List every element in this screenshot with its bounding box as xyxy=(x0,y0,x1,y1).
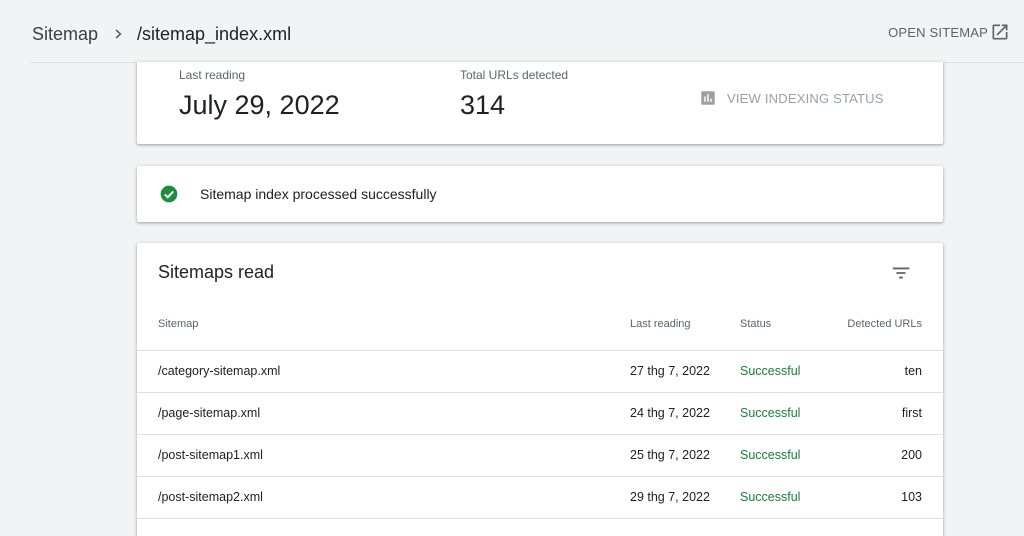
last-reading-label: Last reading xyxy=(179,68,246,82)
bar-chart-icon xyxy=(701,91,715,105)
filter-icon[interactable] xyxy=(890,262,912,284)
summary-card: Last reading July 29, 2022 Total URLs de… xyxy=(137,62,943,144)
detected-urls: 103 xyxy=(901,490,922,504)
last-reading-value: July 29, 2022 xyxy=(179,90,340,120)
status-message: Sitemap index processed successfully xyxy=(200,186,437,202)
table-row-divider xyxy=(137,518,943,536)
status-value: Successful xyxy=(740,364,801,378)
sitemaps-table-card: Sitemaps read Sitemap Last reading Statu… xyxy=(137,243,943,536)
table-row[interactable]: /post-sitemap1.xml 25 thg 7, 2022 Succes… xyxy=(137,434,943,476)
breadcrumb-root[interactable]: Sitemap xyxy=(32,24,98,45)
last-reading-date: 27 thg 7, 2022 xyxy=(630,364,710,378)
status-value: Successful xyxy=(740,448,801,462)
table-title: Sitemaps read xyxy=(158,262,275,282)
sitemap-path: /page-sitemap.xml xyxy=(158,406,261,420)
open-in-new-icon[interactable] xyxy=(990,22,1010,42)
sitemap-path: /post-sitemap1.xml xyxy=(158,448,263,462)
last-reading-date: 25 thg 7, 2022 xyxy=(630,448,710,462)
page-header: Sitemap /sitemap_index.xml OPEN SITEMAP xyxy=(0,0,1024,66)
table-row[interactable]: /post-sitemap2.xml 29 thg 7, 2022 Succes… xyxy=(137,476,943,518)
table-row[interactable]: /page-sitemap.xml 24 thg 7, 2022 Success… xyxy=(137,392,943,434)
check-circle-icon xyxy=(160,185,178,203)
status-card: Sitemap index processed successfully xyxy=(137,166,943,222)
detected-urls: ten xyxy=(904,364,922,378)
column-header-sitemap[interactable]: Sitemap xyxy=(158,318,198,330)
sitemap-path: /category-sitemap.xml xyxy=(158,364,281,378)
table-row[interactable]: /category-sitemap.xml 27 thg 7, 2022 Suc… xyxy=(137,350,943,392)
view-indexing-status-button[interactable]: VIEW INDEXING STATUS xyxy=(699,88,884,108)
detected-urls: first xyxy=(901,406,922,420)
status-value: Successful xyxy=(740,406,801,420)
total-urls-value: 314 xyxy=(460,90,506,120)
detected-urls: 200 xyxy=(901,448,922,462)
breadcrumb-current: /sitemap_index.xml xyxy=(137,24,292,44)
column-header-detected-urls[interactable]: Detected URLs xyxy=(847,318,922,330)
view-indexing-status-label: VIEW INDEXING STATUS xyxy=(727,90,884,106)
column-header-last-reading[interactable]: Last reading xyxy=(630,318,691,330)
sitemap-path: /post-sitemap2.xml xyxy=(158,490,263,504)
total-urls-label: Total URLs detected xyxy=(460,68,569,82)
open-sitemap-button[interactable]: OPEN SITEMAP xyxy=(888,25,988,40)
last-reading-date: 29 thg 7, 2022 xyxy=(630,490,710,504)
chevron-right-icon xyxy=(115,29,122,39)
status-value: Successful xyxy=(740,490,801,504)
column-header-status[interactable]: Status xyxy=(740,318,771,330)
last-reading-date: 24 thg 7, 2022 xyxy=(630,406,710,420)
